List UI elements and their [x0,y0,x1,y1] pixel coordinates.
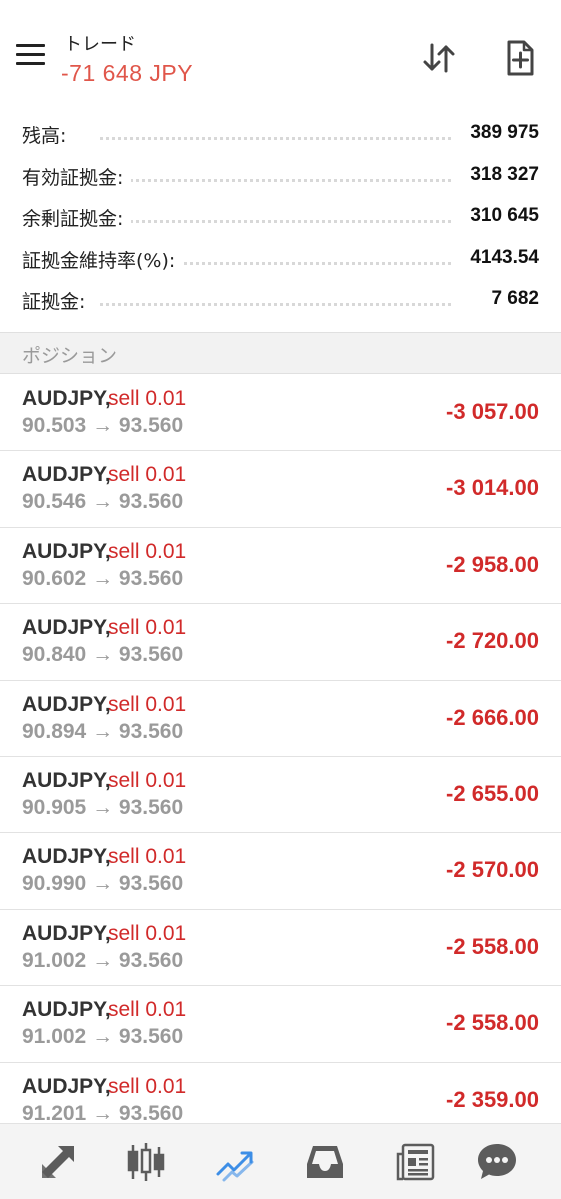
position-symbol: AUDJPY, [22,921,111,945]
summary-label: 余剰証拠金: [22,204,132,231]
position-side: sell 0.01 [108,921,187,945]
position-prices: 90.990 → 93.560 [22,872,184,896]
position-row[interactable]: AUDJPY, sell 0.01 90.905 → 93.560 -2 655… [0,757,561,834]
position-profit: -2 558.00 [446,1010,539,1036]
summary-value: 310 645 [462,205,539,227]
position-side: sell 0.01 [108,692,187,716]
history-icon [307,1146,343,1178]
position-prices: 91.002 → 93.560 [22,1025,184,1049]
news-icon [396,1143,435,1181]
top-bar: トレード -71 648 JPY [0,0,561,108]
position-profit: -3 057.00 [446,399,539,424]
total-profit: -71 648 JPY [61,60,194,86]
position-side: sell 0.01 [108,387,187,410]
trade-icon [216,1151,254,1182]
position-side: sell 0.01 [108,1074,187,1098]
summary-label: 証拠金: [22,287,94,314]
new-document-icon [507,40,534,76]
position-symbol: AUDJPY, [22,998,111,1022]
position-symbol: AUDJPY, [22,845,111,869]
position-profit: -2 655.00 [446,780,539,806]
summary-row-equity: 有効証拠金: 318 327 [0,152,561,194]
position-prices: 91.002 → 93.560 [22,948,184,972]
summary-row-free-margin: 余剰証拠金: 310 645 [0,193,561,235]
position-symbol: AUDJPY, [22,539,111,563]
position-prices: 90.503 → 93.560 [22,414,184,437]
position-side: sell 0.01 [108,616,187,640]
dotted-leader [100,137,451,140]
menu-icon [16,44,45,47]
position-row[interactable]: AUDJPY, sell 0.01 91.002 → 93.560 -2 558… [0,986,561,1063]
position-symbol: AUDJPY, [22,463,111,487]
positions-section-header: ポジション [0,332,561,374]
chart-icon [127,1143,165,1181]
dotted-leader [100,220,451,223]
position-profit: -2 558.00 [446,933,539,959]
position-symbol: AUDJPY, [22,1074,111,1098]
section-title: ポジション [22,345,118,367]
menu-button[interactable] [16,44,46,66]
position-row[interactable]: AUDJPY, sell 0.01 90.546 → 93.560 -3 014… [0,451,561,528]
summary-row-margin-level: 証拠金維持率(%): 4143.54 [0,235,561,277]
nav-chart[interactable] [124,1140,168,1184]
position-profit: -2 958.00 [446,551,539,577]
position-side: sell 0.01 [108,998,187,1022]
position-profit: -2 720.00 [446,628,539,654]
position-side: sell 0.01 [108,768,187,792]
nav-trade[interactable] [214,1140,258,1184]
summary-value: 389 975 [462,122,539,144]
position-profit: -3 014.00 [446,475,539,501]
position-profit: -2 359.00 [446,1086,539,1112]
position-row[interactable]: AUDJPY, sell 0.01 91.002 → 93.560 -2 558… [0,910,561,987]
summary-label: 有効証拠金: [22,162,132,190]
nav-chat[interactable] [475,1140,519,1184]
new-order-button[interactable] [500,38,540,78]
dotted-leader [100,178,451,182]
position-side: sell 0.01 [108,539,187,563]
position-row[interactable]: AUDJPY, sell 0.01 90.503 → 93.560 -3 057… [0,375,561,452]
summary-value: 4143.54 [462,246,539,269]
sort-arrows-icon [423,43,455,73]
position-prices: 90.840 → 93.560 [22,643,184,667]
positions-list: AUDJPY, sell 0.01 90.503 → 93.560 -3 057… [0,375,561,1139]
page-title: トレード [64,34,136,55]
summary-label: 残高: [22,121,75,148]
position-prices: 91.201 → 93.560 [22,1101,184,1125]
position-row[interactable]: AUDJPY, sell 0.01 90.602 → 93.560 -2 958… [0,528,561,605]
nav-history[interactable] [303,1140,347,1184]
summary-value: 318 327 [462,163,539,186]
dotted-leader [100,303,451,306]
position-symbol: AUDJPY, [22,768,111,792]
position-prices: 90.546 → 93.560 [22,490,184,514]
summary-row-margin: 証拠金: 7 682 [0,276,561,318]
chat-icon [478,1144,516,1179]
position-prices: 90.905 → 93.560 [22,795,184,819]
position-side: sell 0.01 [108,463,187,487]
quotes-icon [42,1146,74,1178]
position-prices: 90.602 → 93.560 [22,566,184,590]
position-symbol: AUDJPY, [22,387,111,410]
position-prices: 90.894 → 93.560 [22,719,184,743]
position-profit: -2 666.00 [446,704,539,730]
summary-label: 証拠金維持率(%): [22,245,184,273]
position-row[interactable]: AUDJPY, sell 0.01 90.894 → 93.560 -2 666… [0,681,561,757]
nav-news[interactable] [392,1140,436,1184]
position-row[interactable]: AUDJPY, sell 0.01 90.990 → 93.560 -2 570… [0,833,561,910]
sort-button[interactable] [419,38,459,78]
position-symbol: AUDJPY, [22,616,111,640]
position-side: sell 0.01 [108,845,187,869]
position-row[interactable]: AUDJPY, sell 0.01 90.840 → 93.560 -2 720… [0,604,561,681]
bottom-navigation [0,1123,561,1199]
position-profit: -2 570.00 [446,857,539,883]
position-symbol: AUDJPY, [22,692,111,716]
account-summary: 残高: 389 975 有効証拠金: 318 327 余剰証拠金: 310 64… [0,110,561,318]
summary-row-balance: 残高: 389 975 [0,110,561,152]
nav-quotes[interactable] [36,1140,80,1184]
summary-value: 7 682 [483,288,539,310]
